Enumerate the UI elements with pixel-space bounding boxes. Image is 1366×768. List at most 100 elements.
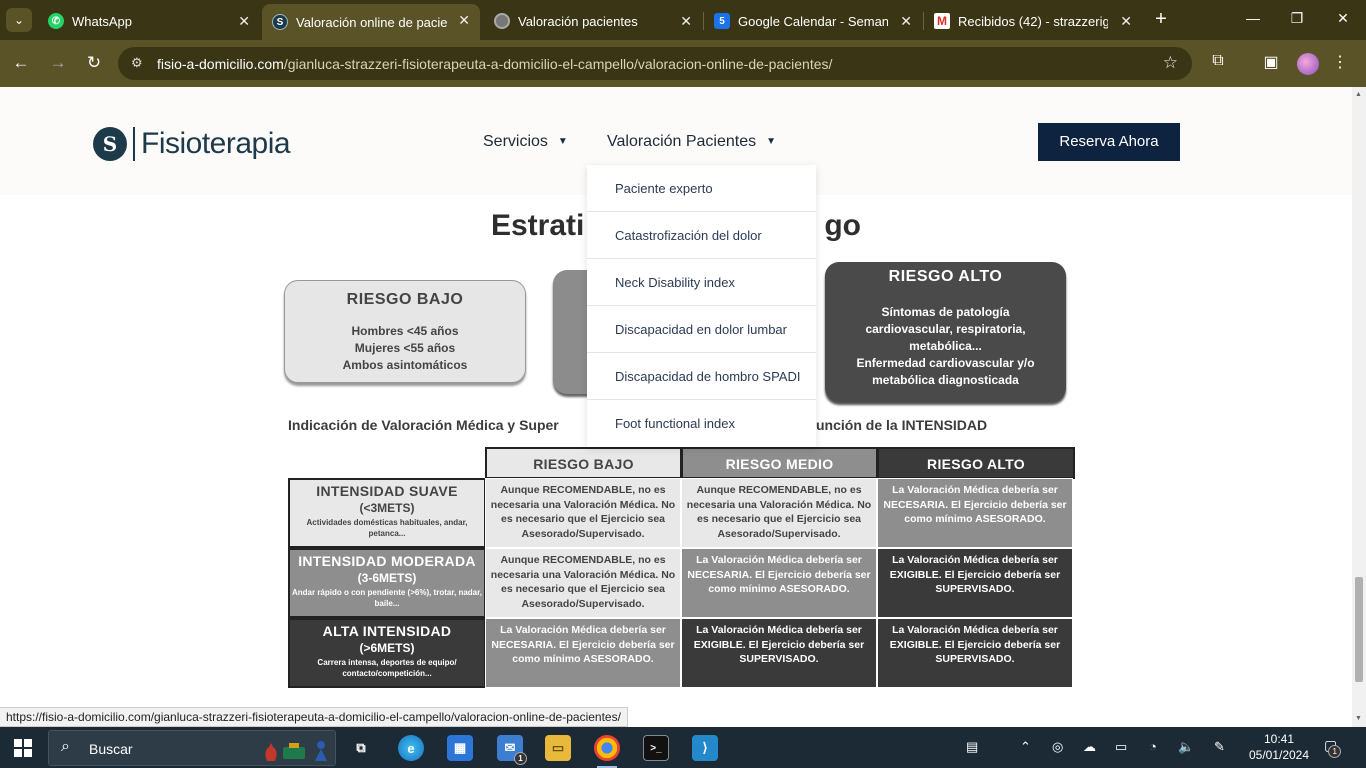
matrix-subtitle-right: unción de la INTENSIDAD [816, 417, 988, 433]
valoracion-dropdown-menu: Paciente experto Catastrofización del do… [587, 165, 816, 447]
calendar-icon: 5 [714, 13, 730, 29]
close-icon[interactable]: ✕ [680, 13, 692, 30]
link-status-bubble: https://fisio-a-domicilio.com/gianluca-s… [0, 707, 628, 727]
matrix-cell: Aunque RECOMENDABLE, no es necesaria una… [681, 478, 877, 548]
volume-muted-icon[interactable]: 🔈 [1178, 739, 1194, 755]
close-icon[interactable]: ✕ [1120, 13, 1132, 30]
menu-item-foot-functional[interactable]: Foot functional index [587, 400, 816, 447]
logo-text: Fisioterapia [141, 127, 291, 160]
logo-divider [133, 127, 135, 161]
card-line: Mujeres <55 años [354, 341, 456, 355]
menu-item-paciente-experto[interactable]: Paciente experto [587, 165, 816, 212]
url-path: /gianluca-strazzeri-fisioterapeuta-a-dom… [283, 56, 833, 72]
card-line: cardiovascular, respiratoria, [865, 322, 1026, 336]
card-title: RIESGO ALTO [888, 268, 1003, 285]
onedrive-icon[interactable]: ☁ [1083, 739, 1096, 755]
menu-item-spadi[interactable]: Discapacidad de hombro SPADI [587, 353, 816, 400]
whatsapp-icon: ✆ [48, 13, 64, 29]
pen-icon[interactable]: ✎ [1214, 739, 1225, 755]
row-mets: (<3METS) [359, 501, 415, 515]
tab-title: Valoración pacientes [518, 13, 638, 29]
heading-part-right: go [824, 209, 862, 242]
menu-item-dolor-lumbar[interactable]: Discapacidad en dolor lumbar [587, 306, 816, 353]
risk-intensity-matrix: RIESGO BAJO RIESGO MEDIO RIESGO ALTO INT… [288, 447, 1075, 692]
window-close-icon[interactable]: ✕ [1320, 10, 1366, 27]
nav-servicios[interactable]: Servicios ▼ [483, 133, 568, 151]
multitasking-icon[interactable]: ▤ [966, 739, 978, 755]
address-bar[interactable]: ⚙ fisio-a-domicilio.com/gianluca-strazze… [118, 47, 1192, 80]
column-header: RIESGO BAJO [485, 447, 682, 479]
vscode-icon[interactable]: ⟩ [692, 735, 718, 761]
row-mets: (3-6METS) [357, 571, 417, 585]
card-line: metabólica... [909, 339, 982, 353]
caret-down-icon: ▼ [557, 136, 568, 147]
meet-now-icon[interactable]: ◎ [1052, 739, 1063, 755]
globe-icon [494, 13, 510, 29]
scroll-up-icon[interactable]: ▲ [1355, 91, 1362, 98]
scrollbar-thumb[interactable] [1355, 577, 1363, 682]
reload-icon[interactable]: ↻ [83, 53, 105, 73]
task-view-icon[interactable]: ⧉ [348, 735, 374, 761]
heading-part-left: Estrati [490, 209, 585, 242]
mail-icon[interactable]: ✉ 1 [497, 735, 527, 765]
notification-center-icon[interactable]: ▢1 [1324, 737, 1342, 758]
restore-icon[interactable]: ❐ [1274, 10, 1320, 27]
minimize-icon[interactable]: — [1230, 10, 1276, 26]
scroll-down-icon[interactable]: ▼ [1355, 715, 1362, 722]
row-name: INTENSIDAD SUAVE [316, 483, 458, 499]
edge-icon[interactable]: e [398, 735, 424, 761]
windows-start-icon[interactable] [14, 739, 32, 757]
tab-title: Google Calendar - Semana de [738, 13, 888, 29]
tab-title: Valoración online de pacientes [296, 14, 448, 30]
terminal-icon[interactable]: >_ [643, 735, 669, 761]
page-scrollbar[interactable]: ▲ ▼ [1352, 87, 1366, 727]
forward-icon[interactable]: → [47, 53, 69, 73]
tab-google-calendar[interactable]: 5 Google Calendar - Semana de ✕ [704, 5, 922, 37]
extensions-icon[interactable]: ⧉ [1206, 52, 1230, 70]
nav-valoracion-pacientes[interactable]: Valoración Pacientes ▼ [607, 133, 776, 151]
battery-icon[interactable]: ▭ [1115, 739, 1127, 755]
card-riesgo-bajo: RIESGO BAJO Hombres <45 años Mujeres <55… [284, 280, 526, 383]
row-desc: Carrera intensa, deportes de equipo/ con… [317, 658, 457, 678]
site-logo[interactable]: S Fisioterapia [93, 127, 291, 161]
tab-valoracion-pacientes[interactable]: Valoración pacientes ✕ [484, 5, 702, 37]
file-explorer-icon[interactable]: ▭ [545, 735, 571, 761]
menu-item-neck-disability[interactable]: Neck Disability index [587, 259, 816, 306]
gmail-icon: M [934, 13, 950, 29]
notification-badge: 1 [1328, 745, 1342, 758]
taskbar-clock[interactable]: 10:41 05/01/2024 [1248, 731, 1310, 763]
new-tab-button[interactable]: + [1150, 8, 1172, 31]
tab-valoracion-online[interactable]: S Valoración online de pacientes ✕ [262, 4, 480, 40]
tab-gmail[interactable]: M Recibidos (42) - strazzerigianluca ✕ [924, 5, 1142, 37]
matrix-cell: La Valoración Médica debería ser EXIGIBL… [681, 618, 877, 688]
close-icon[interactable]: ✕ [238, 13, 250, 30]
nav-label: Valoración Pacientes [607, 133, 757, 150]
bookmark-star-icon[interactable]: ☆ [1163, 53, 1178, 73]
matrix-cell: La Valoración Médica debería ser NECESAR… [877, 478, 1073, 548]
back-icon[interactable]: ← [10, 53, 32, 73]
card-line: Ambos asintomáticos [342, 358, 468, 372]
profile-avatar[interactable] [1297, 53, 1319, 75]
tab-whatsapp[interactable]: ✆ WhatsApp ✕ [38, 5, 260, 37]
chevron-up-icon[interactable]: ⌃ [1020, 739, 1031, 755]
card-line: Hombres <45 años [351, 324, 459, 338]
close-icon[interactable]: ✕ [458, 12, 470, 29]
taskbar-search[interactable]: ⌕ Buscar [48, 730, 336, 766]
row-mets: (>6METS) [359, 641, 415, 655]
search-icon: ⌕ [61, 738, 70, 755]
site-info-icon[interactable]: ⚙ [131, 55, 143, 71]
caret-down-icon: ▼ [766, 136, 777, 147]
side-panel-icon[interactable]: ▣ [1259, 52, 1283, 72]
tab-title: WhatsApp [72, 13, 132, 29]
close-icon[interactable]: ✕ [900, 13, 912, 30]
tab-search-button[interactable]: ⌄ [6, 8, 32, 32]
logo-mark-icon: S [93, 127, 127, 161]
menu-item-catastrofizacion[interactable]: Catastrofización del dolor [587, 212, 816, 259]
menu-kebab-icon[interactable]: ⋮ [1328, 52, 1352, 72]
reserva-button[interactable]: Reserva Ahora [1038, 123, 1180, 161]
store-icon[interactable]: ▦ [447, 735, 473, 761]
column-header: RIESGO ALTO [877, 447, 1075, 479]
wifi-icon[interactable]: ◔ [1149, 739, 1157, 754]
toolbar: ← → ↻ ⚙ fisio-a-domicilio.com/gianluca-s… [0, 40, 1366, 87]
chrome-icon[interactable] [594, 735, 620, 768]
